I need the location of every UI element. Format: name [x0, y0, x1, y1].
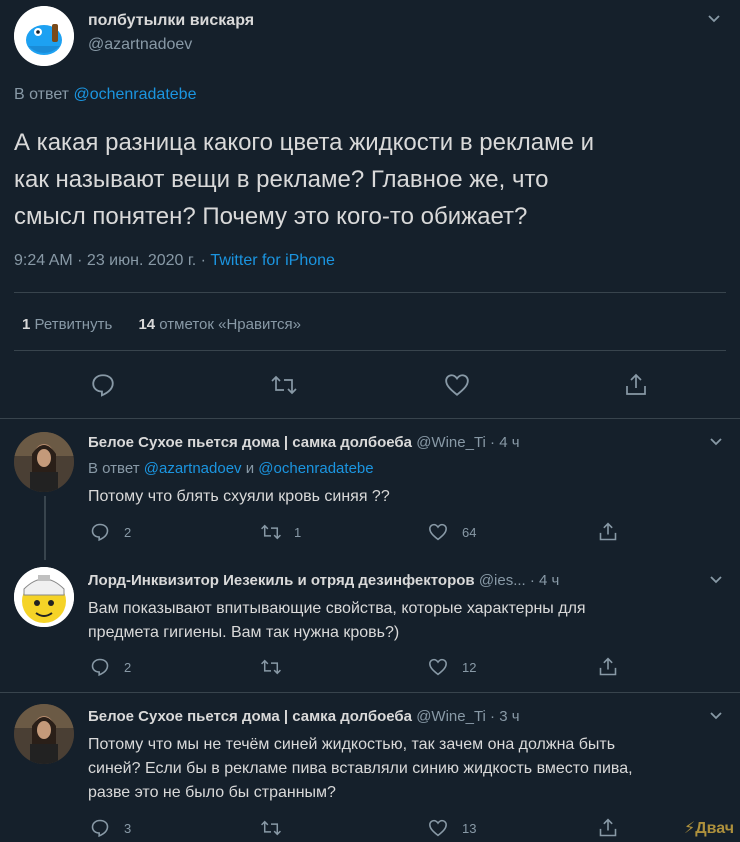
- reply-handle-time[interactable]: @Wine_Ti · 3 ч: [416, 708, 519, 725]
- likes-count: 14: [138, 316, 156, 333]
- blue-bird-avatar-image: [14, 6, 74, 66]
- reply-header: Белое Сухое пьется дома | самка долбоеба…: [88, 708, 520, 725]
- likes-stat[interactable]: 14 отметок «Нравится»: [138, 316, 301, 333]
- reply-text-line: Потому что мы не течём синей жидкостью, …: [88, 736, 616, 753]
- reply-handle-time[interactable]: @Wine_Ti · 4 ч: [416, 434, 519, 451]
- reply-icon[interactable]: [90, 657, 110, 677]
- reply-author-name[interactable]: Лорд-Инквизитор Иезекиль и отряд дезинфе…: [88, 572, 475, 589]
- divider: [14, 350, 726, 351]
- reply-to-link[interactable]: @ochenradatebe: [258, 460, 373, 477]
- reply-text-line: синей? Если бы в рекламе пива вставляли …: [88, 760, 633, 777]
- divider: [0, 418, 740, 419]
- author-handle[interactable]: @azartnadoev: [88, 36, 192, 54]
- reply-icon[interactable]: [90, 372, 116, 398]
- chevron-down-icon[interactable]: [705, 10, 723, 28]
- retweets-label: Ретвитнуть: [34, 316, 113, 333]
- like-count: 13: [462, 821, 477, 836]
- tweet-text: А какая разница какого цвета жидкости в …: [14, 124, 594, 235]
- reply-context: В ответ @azartnadoev и @ochenradatebe: [88, 460, 374, 477]
- reply-count: 2: [124, 660, 132, 675]
- reply-text: Потому что мы не течём синей жидкостью, …: [88, 733, 633, 805]
- photo-avatar-image: [14, 704, 74, 764]
- tweet-text-line: как называют вещи в рекламе? Главное же,…: [14, 166, 549, 193]
- like-count: 12: [462, 660, 477, 675]
- like-heart-icon[interactable]: [428, 658, 448, 676]
- reply-text-line: разве это не было бы странным?: [88, 784, 336, 801]
- retweet-icon[interactable]: [260, 818, 282, 838]
- share-icon[interactable]: [598, 521, 618, 543]
- divider: [0, 692, 740, 693]
- reply-conjunction: и: [245, 460, 255, 477]
- reply-text: Потому что блять схуяли кровь синяя ??: [88, 486, 390, 508]
- like-heart-icon[interactable]: [428, 819, 448, 837]
- reply-icon[interactable]: [90, 522, 110, 542]
- reply-text-line: Потому что блять схуяли кровь синяя ??: [88, 488, 390, 505]
- like-count: 64: [462, 525, 477, 540]
- retweet-icon[interactable]: [260, 522, 282, 542]
- retweets-stat[interactable]: 1 Ретвитнуть: [22, 316, 116, 333]
- tweet-stats: 1 Ретвитнуть 14 отметок «Нравится»: [22, 316, 301, 333]
- tweet-timestamp[interactable]: 9:24 AM · 23 июн. 2020 г. ·: [14, 252, 206, 269]
- reply-author-name[interactable]: Белое Сухое пьется дома | самка долбоеба: [88, 708, 412, 725]
- retweet-count: 1: [294, 525, 302, 540]
- likes-label: отметок «Нравится»: [159, 316, 301, 333]
- share-icon[interactable]: [598, 817, 618, 839]
- tweet-source-link[interactable]: Twitter for iPhone: [210, 252, 335, 269]
- reply-text-line: Вам показывают впитывающие свойства, кот…: [88, 600, 586, 617]
- yellow-character-avatar-image: [14, 567, 74, 627]
- reply-header: Лорд-Инквизитор Иезекиль и отряд дезинфе…: [88, 572, 559, 589]
- reply-handle-time[interactable]: @ies... · 4 ч: [479, 572, 560, 589]
- like-heart-icon[interactable]: [444, 373, 470, 397]
- reply-header: Белое Сухое пьется дома | самка долбоеба…: [88, 434, 520, 451]
- retweet-icon[interactable]: [260, 657, 282, 677]
- tweet-detail-view: полбутылки вискаря @azartnadoev В ответ …: [0, 0, 740, 842]
- chevron-down-icon[interactable]: [707, 433, 725, 451]
- reply-prefix: В ответ: [88, 460, 140, 477]
- share-icon[interactable]: [624, 372, 648, 398]
- retweets-count: 1: [22, 316, 31, 333]
- author-avatar[interactable]: [14, 6, 74, 66]
- reply-context: В ответ @ochenradatebe: [14, 86, 196, 104]
- reply-text: Вам показывают впитывающие свойства, кот…: [88, 597, 586, 645]
- chevron-down-icon[interactable]: [707, 571, 725, 589]
- tweet-text-line: смысл понятен? Почему это кого-то обижае…: [14, 203, 528, 230]
- reply-prefix: В ответ: [14, 86, 70, 103]
- reply-author-avatar[interactable]: [14, 704, 74, 764]
- tweet-meta: 9:24 AM · 23 июн. 2020 г. · Twitter for …: [14, 252, 335, 270]
- chevron-down-icon[interactable]: [707, 707, 725, 725]
- photo-avatar-image: [14, 432, 74, 492]
- retweet-icon[interactable]: [270, 372, 298, 398]
- reply-author-avatar[interactable]: [14, 567, 74, 627]
- watermark-logo: ⚡Двач: [683, 820, 734, 837]
- reply-author-avatar[interactable]: [14, 432, 74, 492]
- share-icon[interactable]: [598, 656, 618, 678]
- reply-author-name[interactable]: Белое Сухое пьется дома | самка долбоеба: [88, 434, 412, 451]
- reply-to-link[interactable]: @azartnadoev: [144, 460, 242, 477]
- author-name[interactable]: полбутылки вискаря: [88, 12, 254, 30]
- reply-count: 3: [124, 821, 132, 836]
- thread-connector-line: [44, 496, 46, 560]
- reply-text-line: предмета гигиены. Вам так нужна кровь?): [88, 624, 400, 641]
- like-heart-icon[interactable]: [428, 523, 448, 541]
- reply-icon[interactable]: [90, 818, 110, 838]
- reply-to-link[interactable]: @ochenradatebe: [73, 86, 196, 103]
- divider: [14, 292, 726, 293]
- tweet-text-line: А какая разница какого цвета жидкости в …: [14, 129, 594, 156]
- reply-count: 2: [124, 525, 132, 540]
